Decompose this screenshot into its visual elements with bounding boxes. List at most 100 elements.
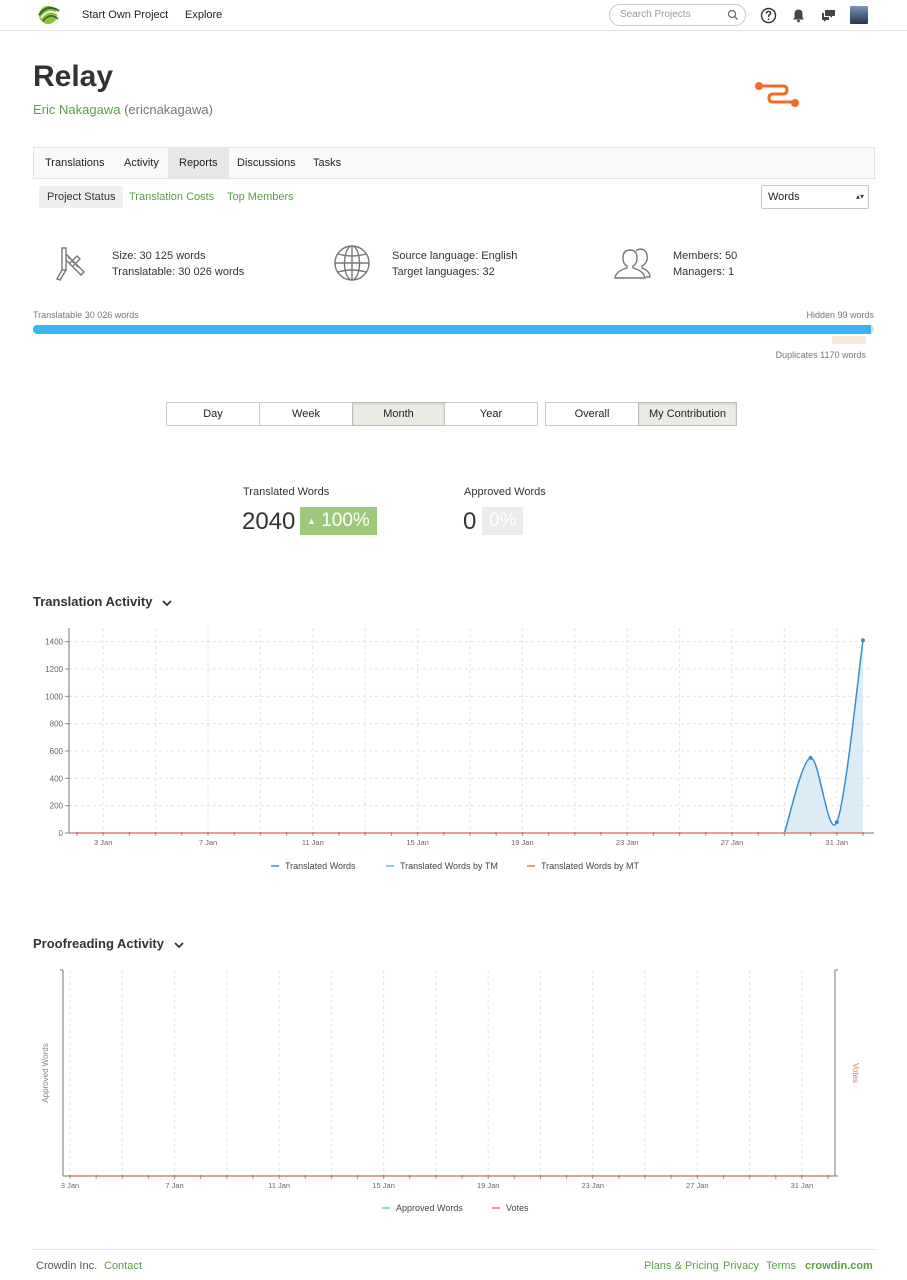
crowdin-logo-icon[interactable] (35, 5, 61, 25)
x-tick-label: 3 Jan (94, 838, 112, 847)
translated-by-mt-point (704, 832, 707, 834)
translated-by-mt-point (652, 832, 655, 834)
votes-point (251, 1175, 254, 1177)
translatable-progress-fill (33, 325, 872, 334)
footer-plans-link[interactable]: Plans & Pricing (644, 1260, 719, 1272)
x-tick-label: 19 Jan (511, 838, 534, 847)
translated-by-mt-point (573, 832, 576, 834)
footer-privacy-link[interactable]: Privacy (723, 1260, 759, 1272)
votes-point (722, 1175, 725, 1177)
votes-point (774, 1175, 777, 1177)
translated-by-mt-point (547, 832, 550, 834)
x-tick-label: 3 Jan (61, 1181, 79, 1190)
votes-point (304, 1175, 307, 1177)
x-tick-label: 11 Jan (268, 1181, 290, 1190)
unit-select[interactable]: Words ▴▾ (761, 185, 869, 209)
select-arrows-icon: ▴▾ (855, 192, 864, 201)
search-input[interactable] (620, 9, 725, 20)
target-languages-value: Target languages: 32 (392, 266, 495, 278)
proofreading-activity-title-text: Proofreading Activity (33, 936, 164, 951)
start-own-project-link[interactable]: Start Own Project (82, 9, 168, 21)
legend-label: Votes (506, 1203, 529, 1213)
tab-reports[interactable]: Reports (168, 148, 229, 178)
user-avatar[interactable] (850, 6, 868, 24)
footer-crowdin-link[interactable]: crowdin.com (805, 1260, 873, 1272)
legend-label: Translated Words by TM (400, 861, 498, 871)
footer-terms-link[interactable]: Terms (766, 1260, 796, 1272)
search-box (609, 4, 746, 26)
subtab-project-status[interactable]: Project Status (39, 186, 124, 208)
translatable-value: Translatable: 30 026 words (112, 266, 245, 278)
period-year-button[interactable]: Year (444, 402, 538, 426)
tab-translations[interactable]: Translations (34, 148, 116, 178)
owner-name-link[interactable]: Eric Nakagawa (33, 102, 120, 117)
votes-point (69, 1175, 71, 1177)
tab-discussions[interactable]: Discussions (226, 148, 307, 178)
votes-point (827, 1175, 829, 1177)
globe-icon (334, 245, 370, 281)
approved-change-badge: 0% (482, 507, 524, 535)
translated-by-mt-point (233, 832, 236, 834)
votes-point (408, 1175, 411, 1177)
x-tick-label: 23 Jan (581, 1181, 604, 1190)
x-tick-label: 31 Jan (791, 1181, 814, 1190)
proofreading-activity-title[interactable]: Proofreading Activity (33, 936, 184, 951)
y-tick-label: 400 (50, 774, 64, 783)
scope-overall-button[interactable]: Overall (545, 402, 639, 426)
notifications-bell-icon[interactable] (790, 7, 807, 24)
messages-icon[interactable] (820, 7, 837, 24)
votes-point (644, 1175, 647, 1177)
votes-point (591, 1175, 594, 1177)
chevron-down-icon[interactable] (162, 599, 172, 607)
y-tick-label: 1000 (45, 692, 63, 701)
translated-words-value: 2040 (242, 508, 296, 535)
period-week-button[interactable]: Week (259, 402, 353, 426)
duplicates-words-label: Duplicates 1170 words (775, 350, 866, 360)
votes-point (278, 1175, 281, 1177)
help-icon[interactable] (760, 7, 777, 24)
votes-point (617, 1175, 620, 1177)
translated-by-mt-point (862, 832, 864, 834)
votes-point (487, 1175, 490, 1177)
translated-words-point (808, 755, 813, 760)
votes-point (670, 1175, 673, 1177)
votes-point (539, 1175, 542, 1177)
approved-words-label: Approved Words (464, 486, 546, 498)
footer-company: Crowdin Inc. (36, 1260, 98, 1272)
translated-by-mt-point (390, 832, 393, 834)
translated-by-mt-point (600, 832, 602, 834)
words-progress-bar (33, 325, 874, 334)
scope-my-contribution-button[interactable]: My Contribution (638, 402, 737, 426)
search-icon[interactable] (727, 9, 739, 21)
x-tick-label: 15 Jan (406, 838, 429, 847)
tab-tasks[interactable]: Tasks (302, 148, 352, 178)
x-tick-label: 23 Jan (616, 838, 639, 847)
y-tick-label: 0 (59, 829, 64, 838)
y-axis-label-approved-words: Approved Words (41, 1043, 50, 1102)
approved-change-value: 0% (489, 510, 517, 531)
translation-activity-title[interactable]: Translation Activity (33, 594, 172, 609)
tab-activity[interactable]: Activity (113, 148, 170, 178)
explore-link[interactable]: Explore (185, 9, 222, 21)
votes-point (800, 1175, 803, 1177)
x-tick-label: 7 Jan (199, 838, 217, 847)
translatable-words-label: Translatable 30 026 words (33, 310, 139, 320)
translated-by-mt-point (76, 832, 78, 834)
translated-change-badge: ▲ 100% (300, 507, 377, 535)
period-day-button[interactable]: Day (166, 402, 260, 426)
translated-by-mt-point (626, 832, 629, 834)
subtab-top-members[interactable]: Top Members (227, 186, 294, 208)
translated-change-value: 100% (321, 510, 370, 532)
votes-point (173, 1175, 176, 1177)
period-month-button[interactable]: Month (352, 402, 445, 426)
footer-contact-link[interactable]: Contact (104, 1260, 142, 1272)
top-navbar: Start Own Project Explore (0, 0, 907, 31)
translated-by-mt-point (783, 832, 786, 834)
translated-by-mt-point (180, 832, 183, 834)
subtab-translation-costs[interactable]: Translation Costs (129, 186, 214, 208)
y-tick-label: 1400 (45, 638, 63, 647)
y-tick-label: 200 (50, 802, 64, 811)
chevron-down-icon[interactable] (173, 941, 184, 949)
translated-by-mt-point (102, 832, 105, 834)
votes-point (513, 1175, 516, 1177)
